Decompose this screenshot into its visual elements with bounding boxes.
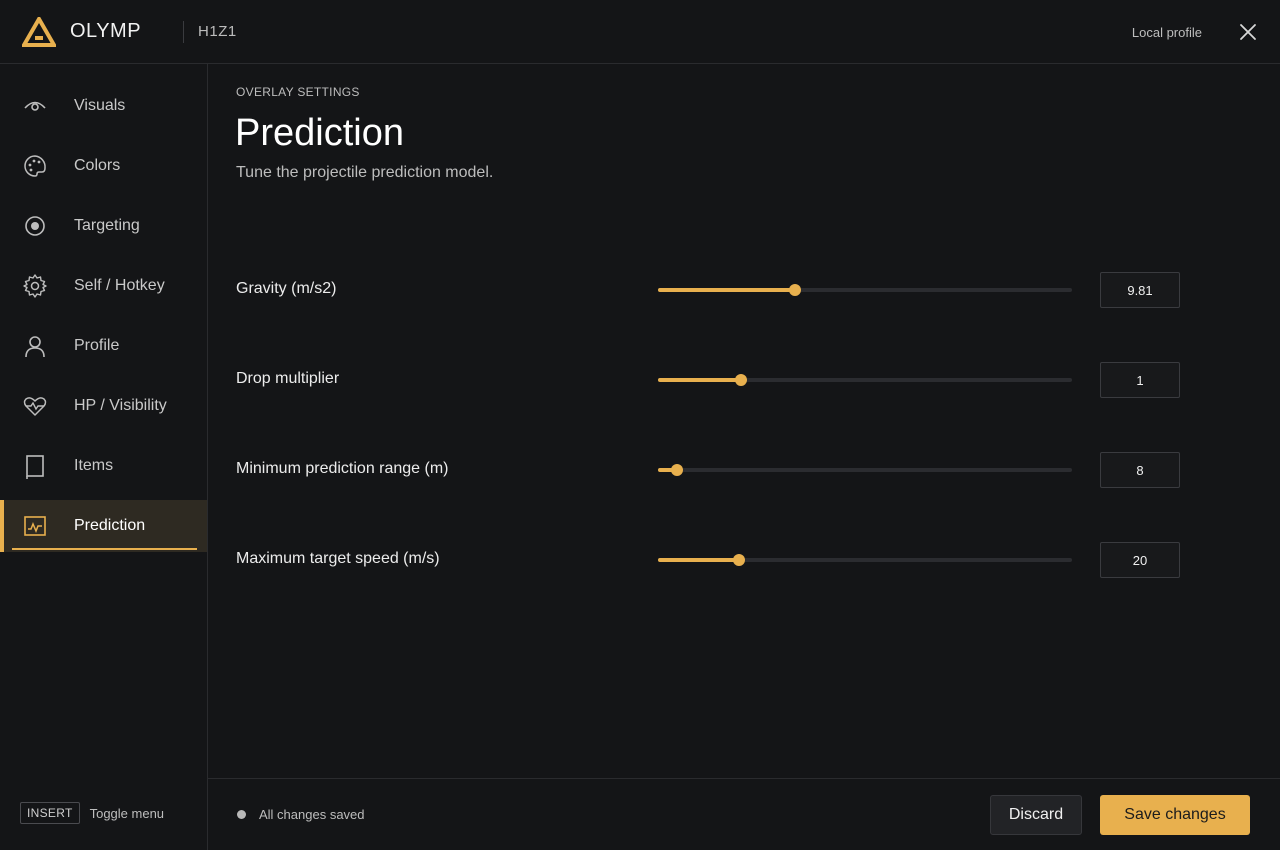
slider-fill (658, 558, 739, 562)
chart-pulse-icon (22, 513, 48, 539)
gear-icon (22, 273, 48, 299)
save-status: All changes saved (259, 807, 365, 822)
sidebar-item-label: Visuals (74, 97, 126, 114)
sidebar-item-label: Colors (74, 157, 121, 174)
sidebar-item-colors[interactable]: Colors (0, 140, 207, 192)
setting-row-max-target-speed: Maximum target speed (m/s) (236, 540, 1236, 580)
palette-icon (22, 153, 48, 179)
sidebar-item-visuals[interactable]: Visuals (0, 80, 207, 132)
max-target-speed-value-input[interactable] (1100, 542, 1180, 578)
min-prediction-range-slider[interactable] (658, 464, 1072, 476)
discard-button[interactable]: Discard (990, 795, 1082, 835)
toggle-menu-label: Toggle menu (89, 805, 165, 821)
sidebar-item-label: Prediction (74, 517, 146, 534)
eye-icon (22, 93, 48, 119)
top-bar: OLYMP H1Z1 Local profile (0, 0, 1280, 64)
olymp-logo-icon (22, 16, 56, 47)
sidebar-item-hp-visibility[interactable]: HP / Visibility (0, 380, 207, 432)
setting-row-min-prediction-range: Minimum prediction range (m) (236, 450, 1236, 490)
save-changes-button[interactable]: Save changes (1100, 795, 1250, 835)
toggle-menu-hint: INSERT Toggle menu (20, 802, 164, 824)
sidebar-item-targeting[interactable]: Targeting (0, 200, 207, 252)
sidebar-item-label: Items (74, 457, 114, 474)
sidebar-item-label: Profile (74, 337, 120, 354)
insert-key-badge: INSERT (20, 802, 80, 824)
brand-name: OLYMP (70, 20, 142, 42)
slider-thumb[interactable] (732, 554, 745, 566)
slider-fill (658, 288, 795, 292)
footer-bar: All changes saved Discard Save changes (208, 778, 1280, 850)
max-target-speed-slider[interactable] (658, 554, 1072, 566)
sidebar-item-label: HP / Visibility (74, 397, 167, 414)
setting-label: Minimum prediction range (m) (236, 460, 449, 477)
target-icon (22, 213, 48, 239)
setting-label: Maximum target speed (m/s) (236, 550, 440, 567)
main-content: OVERLAY SETTINGS Prediction Tune the pro… (208, 64, 1280, 778)
drop-multiplier-value-input[interactable] (1100, 362, 1180, 398)
brand: OLYMP (22, 0, 141, 64)
sidebar-item-self-hotkey[interactable]: Self / Hotkey (0, 260, 207, 312)
heart-pulse-icon (22, 393, 48, 419)
slider-thumb[interactable] (670, 464, 683, 476)
slider-thumb[interactable] (734, 374, 747, 386)
slider-fill (658, 378, 741, 382)
gravity-slider[interactable] (658, 284, 1072, 296)
close-icon[interactable] (1238, 22, 1258, 42)
page-title: Prediction (235, 112, 404, 154)
section-eyebrow: OVERLAY SETTINGS (236, 85, 360, 99)
sidebar-item-profile[interactable]: Profile (0, 320, 207, 372)
game-name: H1Z1 (198, 23, 237, 40)
sidebar-item-items[interactable]: Items (0, 440, 207, 492)
page-subtitle: Tune the projectile prediction model. (236, 164, 494, 181)
sidebar-item-label: Self / Hotkey (74, 277, 165, 294)
setting-label: Gravity (m/s2) (236, 280, 337, 297)
profile-label: Local profile (1131, 24, 1202, 40)
sidebar-item-prediction[interactable]: Prediction (0, 500, 207, 552)
slider-thumb[interactable] (788, 284, 801, 296)
setting-label: Drop multiplier (236, 370, 340, 387)
drop-multiplier-slider[interactable] (658, 374, 1072, 386)
status-dot-icon (237, 810, 246, 819)
setting-row-gravity: Gravity (m/s2) (236, 270, 1236, 310)
topbar-divider (183, 20, 185, 43)
user-icon (22, 333, 48, 359)
setting-row-drop-multiplier: Drop multiplier (236, 360, 1236, 400)
item-icon (22, 453, 48, 479)
sidebar-item-label: Targeting (74, 217, 140, 234)
gravity-value-input[interactable] (1100, 272, 1180, 308)
sidebar: Visuals Colors Targeting Self / Hotkey P… (0, 64, 208, 850)
min-prediction-range-value-input[interactable] (1100, 452, 1180, 488)
